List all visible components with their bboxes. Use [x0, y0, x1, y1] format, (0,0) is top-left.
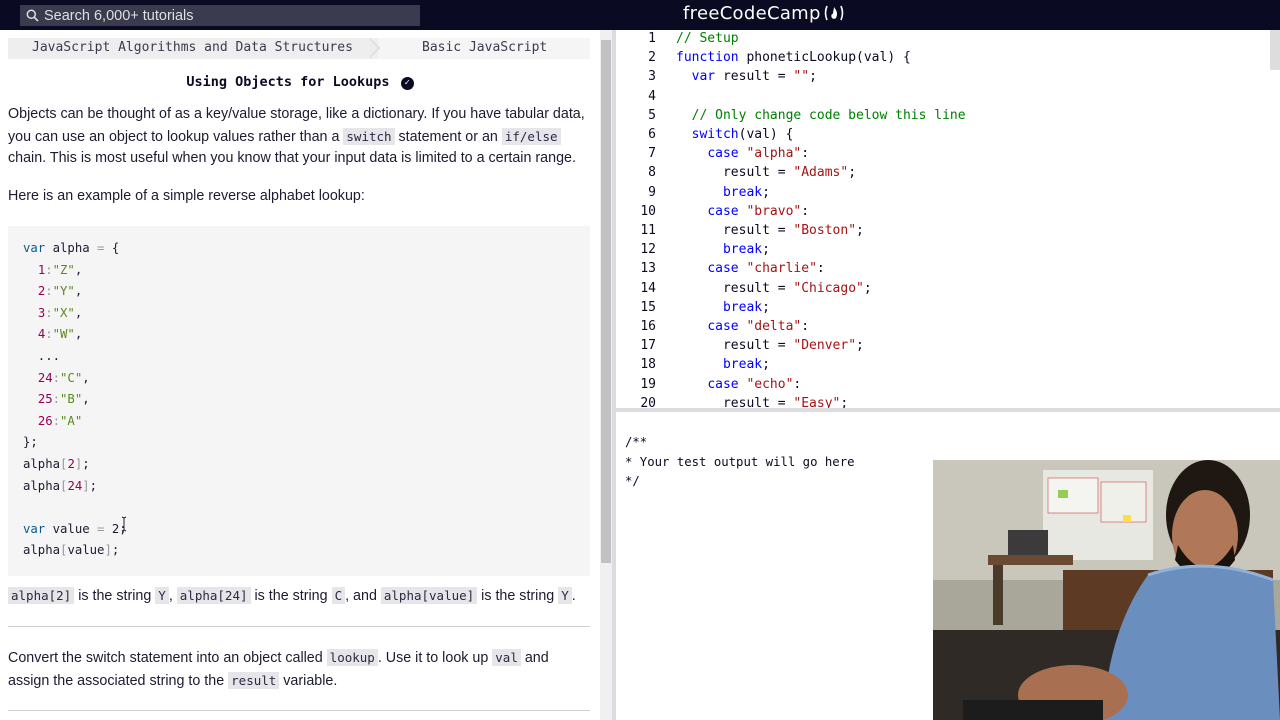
- example-code-block: var alpha = { 1:"Z", 2:"Y", 3:"X", 4:"W"…: [8, 226, 590, 576]
- line-number: 3: [648, 69, 656, 85]
- line-number: 1: [648, 31, 656, 46]
- instructions-scrollbar-thumb[interactable]: [601, 40, 611, 563]
- search-input[interactable]: [44, 7, 404, 24]
- code-line[interactable]: result = "Denver";: [676, 338, 864, 353]
- line-number: 8: [648, 165, 656, 181]
- code-line[interactable]: case "alpha":: [676, 146, 809, 161]
- code-editor[interactable]: 1 // Setup 2 function phoneticLookup(val) {…: [616, 30, 1280, 408]
- code-line[interactable]: result = "Boston";: [676, 223, 864, 238]
- section-divider: [8, 626, 590, 627]
- search-icon: [26, 9, 40, 23]
- webcam-image: [933, 460, 1280, 720]
- line-number: 7: [648, 146, 656, 162]
- code-line[interactable]: result = "Chicago";: [676, 281, 872, 296]
- code-line[interactable]: // Setup: [676, 31, 739, 46]
- section-divider: [8, 710, 590, 711]
- line-number: 13: [640, 261, 656, 277]
- brand-logo[interactable]: freeCodeCamp: [683, 3, 845, 24]
- code-line[interactable]: case "echo":: [676, 377, 801, 392]
- line-number: 12: [640, 242, 656, 258]
- line-number: 6: [648, 127, 656, 142]
- code-line[interactable]: case "delta":: [676, 319, 809, 334]
- example-code: var alpha = { 1:"Z", 2:"Y", 3:"X", 4:"W"…: [23, 241, 127, 558]
- line-number: 15: [640, 299, 656, 315]
- challenge-title-text: Using Objects for Lookups: [186, 74, 390, 90]
- code-line[interactable]: case "charlie":: [676, 261, 824, 276]
- inline-code: if/else: [501, 127, 561, 145]
- top-navbar: freeCodeCamp: [0, 0, 1280, 30]
- code-line[interactable]: function phoneticLookup(val) {: [676, 50, 911, 65]
- editor-scrollbar[interactable]: [1268, 30, 1280, 408]
- code-line[interactable]: break;: [676, 185, 770, 200]
- challenge-instructions: Convert the switch statement into an obj…: [8, 649, 549, 689]
- text-cursor-icon: [121, 516, 127, 532]
- code-line[interactable]: break;: [676, 300, 770, 315]
- check-circle-icon: ✓: [400, 77, 414, 90]
- code-line[interactable]: break;: [676, 242, 770, 257]
- description-paragraph-2: Here is an example of a simple reverse a…: [8, 188, 365, 204]
- code-line[interactable]: switch(val) {: [676, 127, 794, 142]
- brand-text: freeCodeCamp: [683, 3, 821, 24]
- flame-icon: [823, 3, 845, 24]
- search-box[interactable]: [20, 5, 420, 26]
- breadcrumb-section-link[interactable]: JavaScript Algorithms and Data Structure…: [32, 40, 353, 55]
- code-line[interactable]: break;: [676, 357, 770, 372]
- code-line[interactable]: var result = "";: [676, 69, 817, 84]
- code-line[interactable]: // Only change code below this line: [676, 108, 966, 123]
- line-number: 11: [640, 223, 656, 238]
- code-line[interactable]: result = "Adams";: [676, 165, 856, 180]
- description-paragraph-1: Objects can be thought of as a key/value…: [8, 106, 585, 167]
- line-number: 20: [640, 395, 656, 408]
- test-output-text: /** * Your test output will go here */: [625, 435, 855, 488]
- line-number: 4: [648, 88, 656, 104]
- line-number: 14: [640, 280, 656, 296]
- editor-scrollbar-thumb[interactable]: [1270, 30, 1280, 70]
- line-number: 9: [648, 184, 656, 200]
- line-number: 17: [640, 338, 656, 354]
- webcam-overlay: [933, 460, 1280, 720]
- breadcrumb: JavaScript Algorithms and Data Structure…: [8, 38, 590, 59]
- line-number: 16: [640, 319, 656, 334]
- breadcrumb-subsection-link[interactable]: Basic JavaScript: [422, 40, 547, 55]
- code-line[interactable]: case "bravo":: [676, 204, 809, 219]
- line-number: 18: [640, 357, 656, 373]
- line-number: 5: [648, 107, 656, 123]
- instructions-panel: JavaScript Algorithms and Data Structure…: [0, 30, 600, 720]
- line-number: 19: [640, 376, 656, 392]
- description-paragraph-3: alpha[2] is the string Y, alpha[24] is t…: [8, 585, 590, 608]
- line-number: 10: [640, 203, 656, 219]
- challenge-title: Using Objects for Lookups ✓: [0, 74, 600, 90]
- code-line[interactable]: result = "Easy";: [676, 396, 848, 408]
- line-number: 2: [648, 50, 656, 66]
- inline-code: switch: [343, 127, 395, 145]
